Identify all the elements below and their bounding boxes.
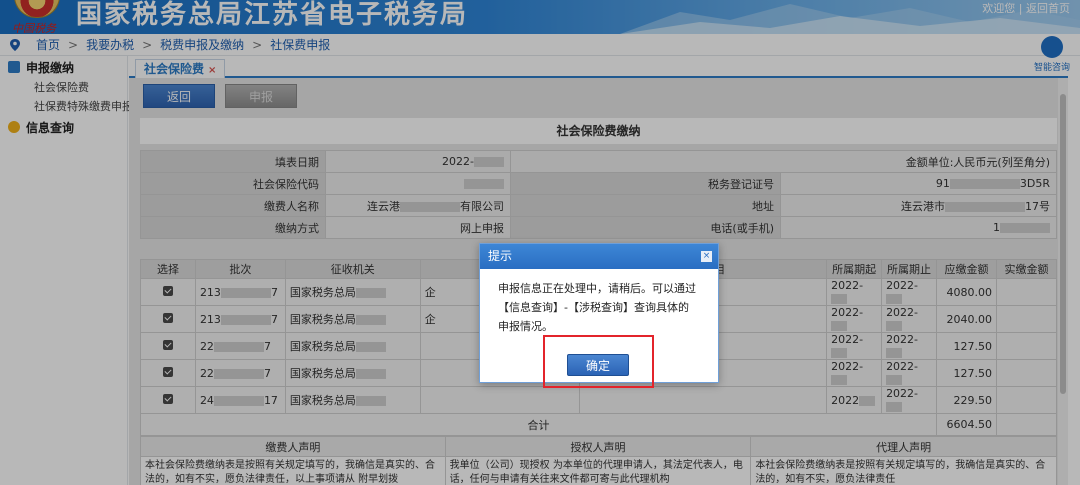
dialog-header: 提示 ×: [480, 244, 718, 269]
dialog-message: 申报信息正在处理中，请稍后。可以通过【信息查询】-【涉税查询】查询具体的申报情况…: [498, 282, 696, 333]
annotation-highlight-box: [543, 335, 654, 388]
dialog-title: 提示: [488, 249, 513, 263]
close-icon[interactable]: ×: [701, 251, 712, 262]
